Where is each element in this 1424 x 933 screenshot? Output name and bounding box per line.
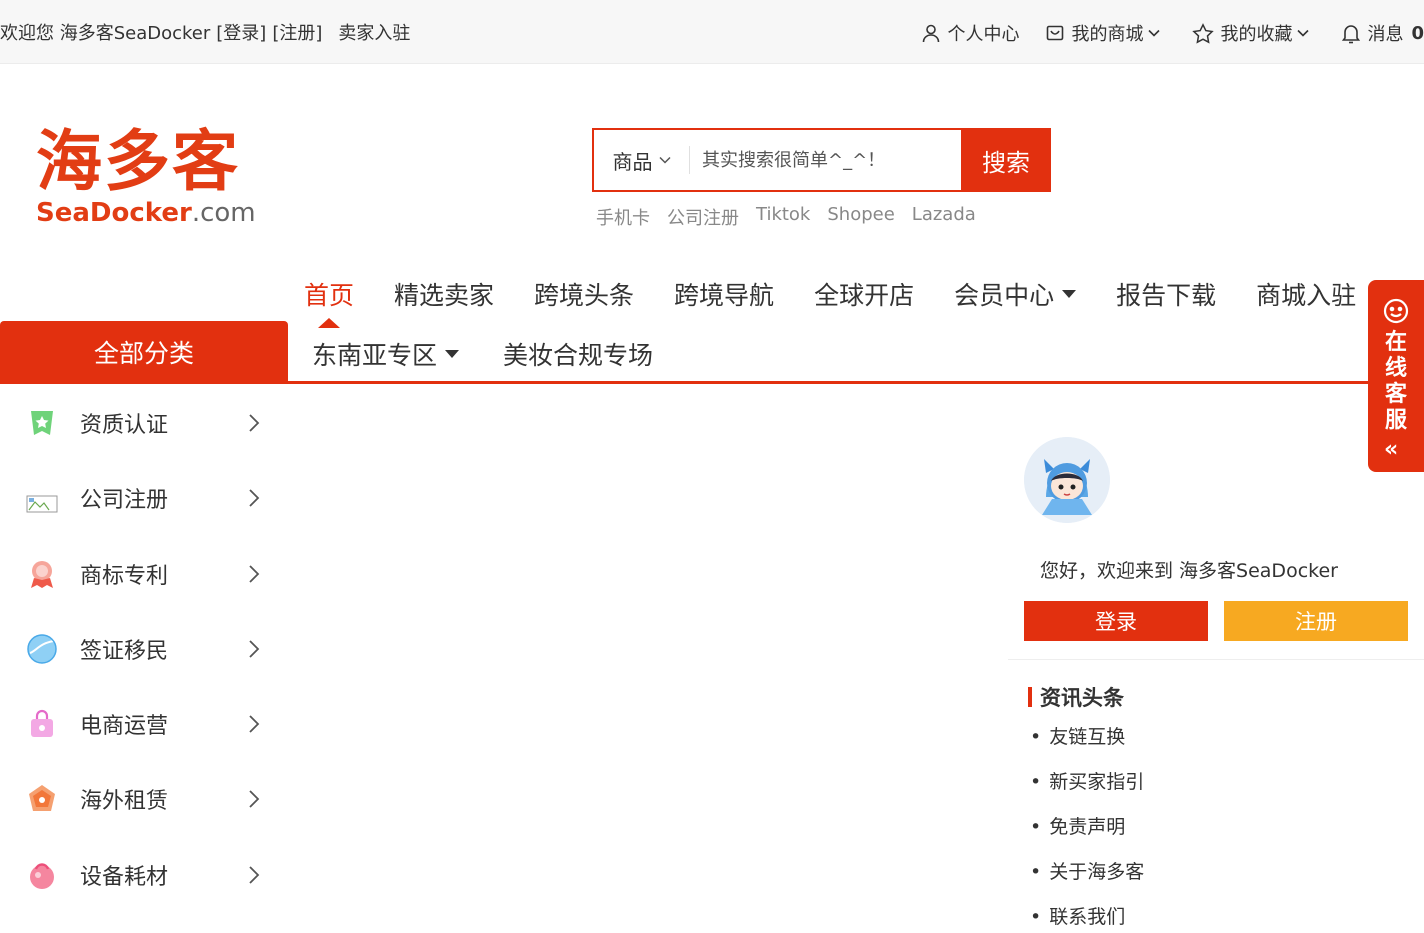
category-item[interactable]: 签证移民 [0, 619, 288, 679]
equipment-icon [30, 863, 54, 889]
caret-down-icon [1062, 290, 1077, 298]
hot-word[interactable]: 手机卡 [596, 204, 650, 230]
hot-word[interactable]: Tiktok [756, 204, 810, 230]
logo-cn-text: 海多客 [36, 123, 240, 200]
category-label: 签证移民 [80, 639, 169, 664]
chevron-down-icon [658, 156, 671, 164]
my-mall-label: 我的商城 [1071, 24, 1144, 45]
nav-crossborder-navigation[interactable]: 跨境导航 [674, 276, 774, 312]
news-title-text: 资讯头条 [1040, 686, 1124, 710]
top-bar-left: 欢迎您 海多客SeaDocker [登录] [注册] 卖家入驻 [0, 19, 410, 45]
hot-word[interactable]: Shopee [827, 204, 894, 230]
category-item[interactable]: 资质认证 [0, 393, 288, 453]
welcome-message: 您好，欢迎来到 海多客SeaDocker [1040, 560, 1338, 582]
all-categories-header[interactable]: 全部分类 [0, 321, 288, 383]
news-section-title: 资讯头条 [1028, 682, 1124, 712]
personal-center-label: 个人中心 [947, 24, 1020, 45]
nav-member-center[interactable]: 会员中心 [954, 276, 1077, 312]
news-item[interactable]: 联系我们 [1030, 902, 1125, 929]
nav-featured-sellers[interactable]: 精选卖家 [394, 276, 494, 312]
chevron-right-icon [249, 866, 260, 884]
messages-link[interactable]: 消息 0 [1341, 20, 1424, 46]
login-link[interactable]: [登录] [216, 19, 266, 45]
logo-en-text: SeaDocker.com [36, 198, 256, 228]
welcome-text: 欢迎您 海多客SeaDocker [0, 23, 211, 44]
category-item[interactable]: 公司注册 [0, 468, 288, 528]
search-input[interactable] [690, 130, 961, 190]
register-link[interactable]: [注册] [272, 19, 322, 45]
site-logo[interactable]: 海多客 SeaDocker.com [36, 124, 266, 234]
hot-word[interactable]: Lazada [912, 204, 976, 230]
nav-mall-join[interactable]: 商城入驻 [1256, 276, 1356, 312]
seller-join-link[interactable]: 卖家入驻 [338, 19, 410, 45]
avatar-illustration [1024, 437, 1110, 523]
message-count: 0 [1411, 22, 1424, 44]
chevron-right-icon [249, 414, 260, 432]
search-type-label: 商品 [612, 149, 653, 174]
register-button[interactable]: 注册 [1224, 601, 1408, 641]
chevron-right-icon [249, 790, 260, 808]
smile-chat-icon [1383, 298, 1409, 324]
chevron-down-icon [1297, 29, 1310, 37]
nav-report-download[interactable]: 报告下载 [1116, 276, 1216, 312]
category-label: 海外租赁 [80, 789, 169, 814]
panel-divider [1008, 659, 1424, 660]
category-label: 商标专利 [80, 564, 169, 589]
category-item[interactable]: 商标专利 [0, 544, 288, 604]
online-service-float[interactable]: 在线客服 « [1368, 280, 1424, 472]
category-label: 电商运营 [80, 714, 169, 739]
news-item[interactable]: 友链互换 [1030, 722, 1125, 749]
nav-crossborder-headlines[interactable]: 跨境头条 [534, 276, 634, 312]
top-bar-right: 个人中心 我的商城 我的收藏 消息 0 [895, 20, 1424, 46]
nav-beauty-compliance[interactable]: 美妆合规专场 [503, 336, 653, 372]
mall-icon [1047, 25, 1064, 41]
nav-global-store[interactable]: 全球开店 [814, 276, 914, 312]
personal-center-link[interactable]: 个人中心 [921, 20, 1019, 46]
my-favorites-label: 我的收藏 [1220, 24, 1293, 45]
caret-down-icon [445, 350, 460, 358]
nav-southeast-asia[interactable]: 东南亚专区 [312, 336, 460, 372]
avatar [1024, 437, 1110, 523]
visa-icon [27, 634, 57, 664]
category-item[interactable]: 设备耗材 [0, 845, 288, 905]
hot-word[interactable]: 公司注册 [667, 204, 739, 230]
category-label: 资质认证 [80, 413, 169, 438]
chevron-right-icon [249, 489, 260, 507]
chevron-right-icon [249, 640, 260, 658]
hot-search-words: 手机卡 公司注册 Tiktok Shopee Lazada [596, 204, 976, 230]
broken-image-icon [26, 495, 58, 513]
title-accent-bar [1028, 687, 1032, 707]
certificate-icon [31, 411, 53, 435]
login-button[interactable]: 登录 [1024, 601, 1208, 641]
chevron-down-icon [1148, 29, 1161, 37]
my-mall-dropdown[interactable]: 我的商城 [1045, 20, 1166, 46]
trademark-icon [31, 561, 53, 588]
category-label: 公司注册 [80, 488, 169, 513]
search-bar: 商品 搜索 [592, 128, 1051, 192]
chevron-right-icon [249, 565, 260, 583]
collapse-icon: « [1384, 437, 1399, 462]
bell-icon [1342, 24, 1361, 43]
star-icon [1192, 22, 1215, 44]
news-item[interactable]: 新买家指引 [1030, 767, 1144, 794]
user-icon [923, 24, 940, 43]
news-item[interactable]: 关于海多客 [1030, 857, 1144, 884]
top-bar: 欢迎您 海多客SeaDocker [登录] [注册] 卖家入驻 个人中心 我的商… [0, 0, 1424, 64]
my-favorites-dropdown[interactable]: 我的收藏 [1192, 20, 1315, 46]
nav-home[interactable]: 首页 [304, 276, 354, 328]
category-label: 设备耗材 [80, 865, 169, 890]
online-service-label: 在线客服 [1384, 330, 1407, 433]
category-item[interactable]: 海外租赁 [0, 769, 288, 829]
ecommerce-bag-icon [31, 709, 53, 737]
search-button[interactable]: 搜索 [961, 128, 1051, 192]
lease-icon [29, 785, 55, 811]
category-item[interactable]: 电商运营 [0, 694, 288, 754]
search-type-select[interactable]: 商品 [594, 146, 690, 174]
primary-nav: 首页 精选卖家 跨境头条 跨境导航 全球开店 会员中心 报告下载 商城入驻 [304, 276, 1396, 328]
secondary-nav: 东南亚专区 美妆合规专场 [312, 336, 697, 372]
news-item[interactable]: 免责声明 [1030, 812, 1125, 839]
chevron-right-icon [249, 715, 260, 733]
messages-label: 消息 [1367, 24, 1404, 45]
